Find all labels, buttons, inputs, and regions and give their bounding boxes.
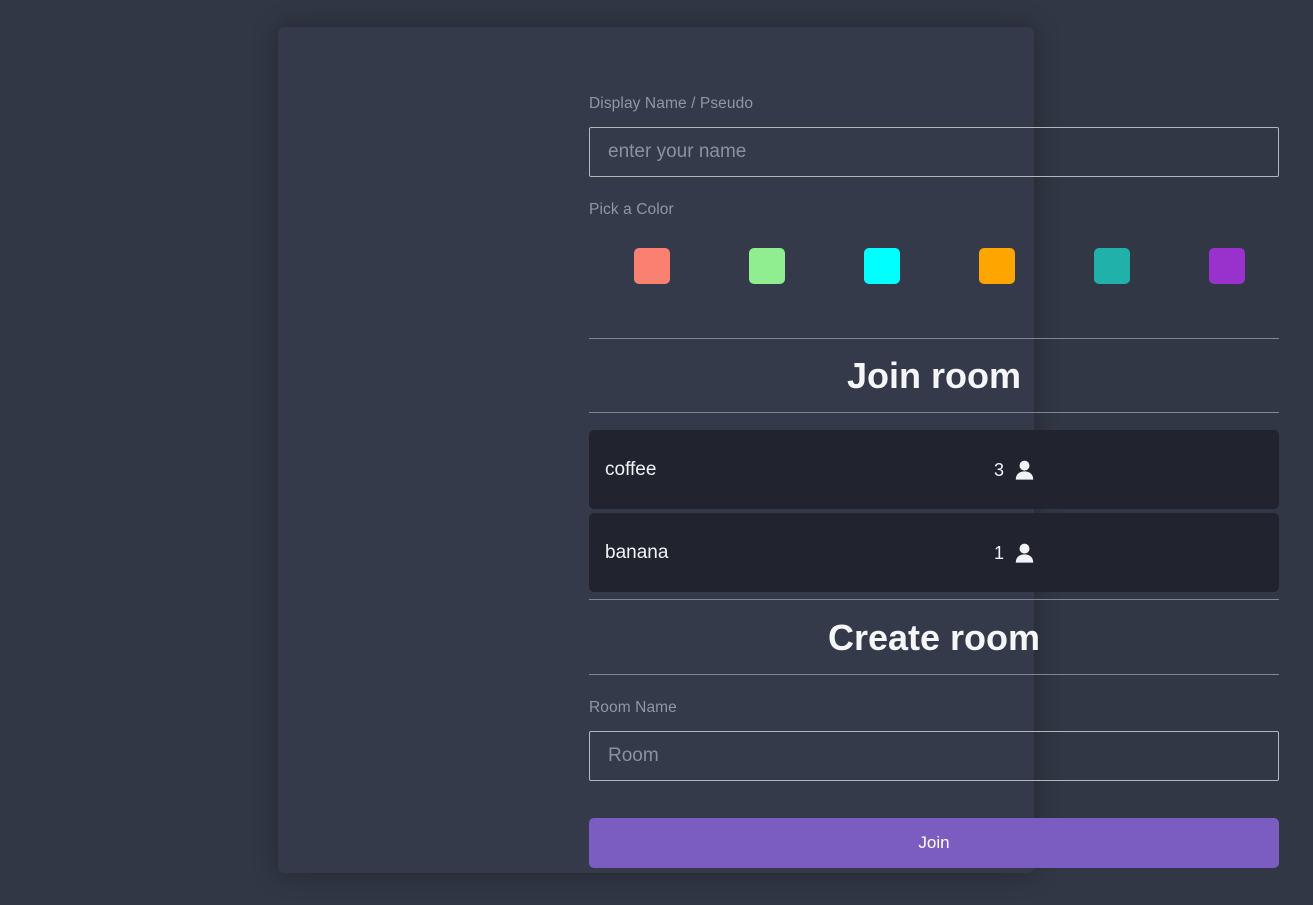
lobby-card: Display Name / Pseudo Pick a Color Join … — [278, 27, 1279, 873]
divider-join-bottom — [589, 412, 1279, 413]
join-button[interactable]: Join — [589, 818, 1279, 868]
color-swatch-dark-orchid[interactable] — [1209, 248, 1245, 284]
room-row-name: coffee — [605, 458, 657, 480]
display-name-label: Display Name / Pseudo — [589, 95, 754, 112]
person-icon — [1015, 460, 1034, 480]
color-swatch-orange[interactable] — [979, 248, 1015, 284]
room-row-count: 1 — [994, 542, 1005, 563]
color-swatch-light-sea-green[interactable] — [1094, 248, 1130, 284]
color-swatch-row — [589, 248, 1279, 284]
person-icon — [1015, 543, 1034, 563]
color-swatch-salmon[interactable] — [634, 248, 670, 284]
room-row-name: banana — [605, 541, 669, 563]
color-swatch-light-green[interactable] — [749, 248, 785, 284]
divider-create-top — [589, 599, 1279, 600]
divider-join-top — [589, 338, 1279, 339]
divider-create-bottom — [589, 674, 1279, 675]
join-room-title: Join room — [846, 355, 1021, 396]
display-name-input[interactable] — [589, 127, 1279, 177]
room-list: coffee 3 banana 1 — [589, 430, 1279, 596]
room-row-occupancy: 1 — [994, 543, 1034, 563]
app-root: Display Name / Pseudo Pick a Color Join … — [0, 0, 1313, 905]
color-swatch-cyan[interactable] — [864, 248, 900, 284]
room-row-count: 3 — [994, 459, 1005, 480]
room-name-label: Room Name — [589, 699, 677, 716]
room-row[interactable]: coffee 3 — [589, 430, 1279, 509]
room-name-input[interactable] — [589, 731, 1279, 781]
create-room-title: Create room — [827, 617, 1041, 658]
room-row-occupancy: 3 — [994, 460, 1034, 480]
room-row[interactable]: banana 1 — [589, 513, 1279, 592]
pick-a-color-label: Pick a Color — [589, 201, 674, 218]
